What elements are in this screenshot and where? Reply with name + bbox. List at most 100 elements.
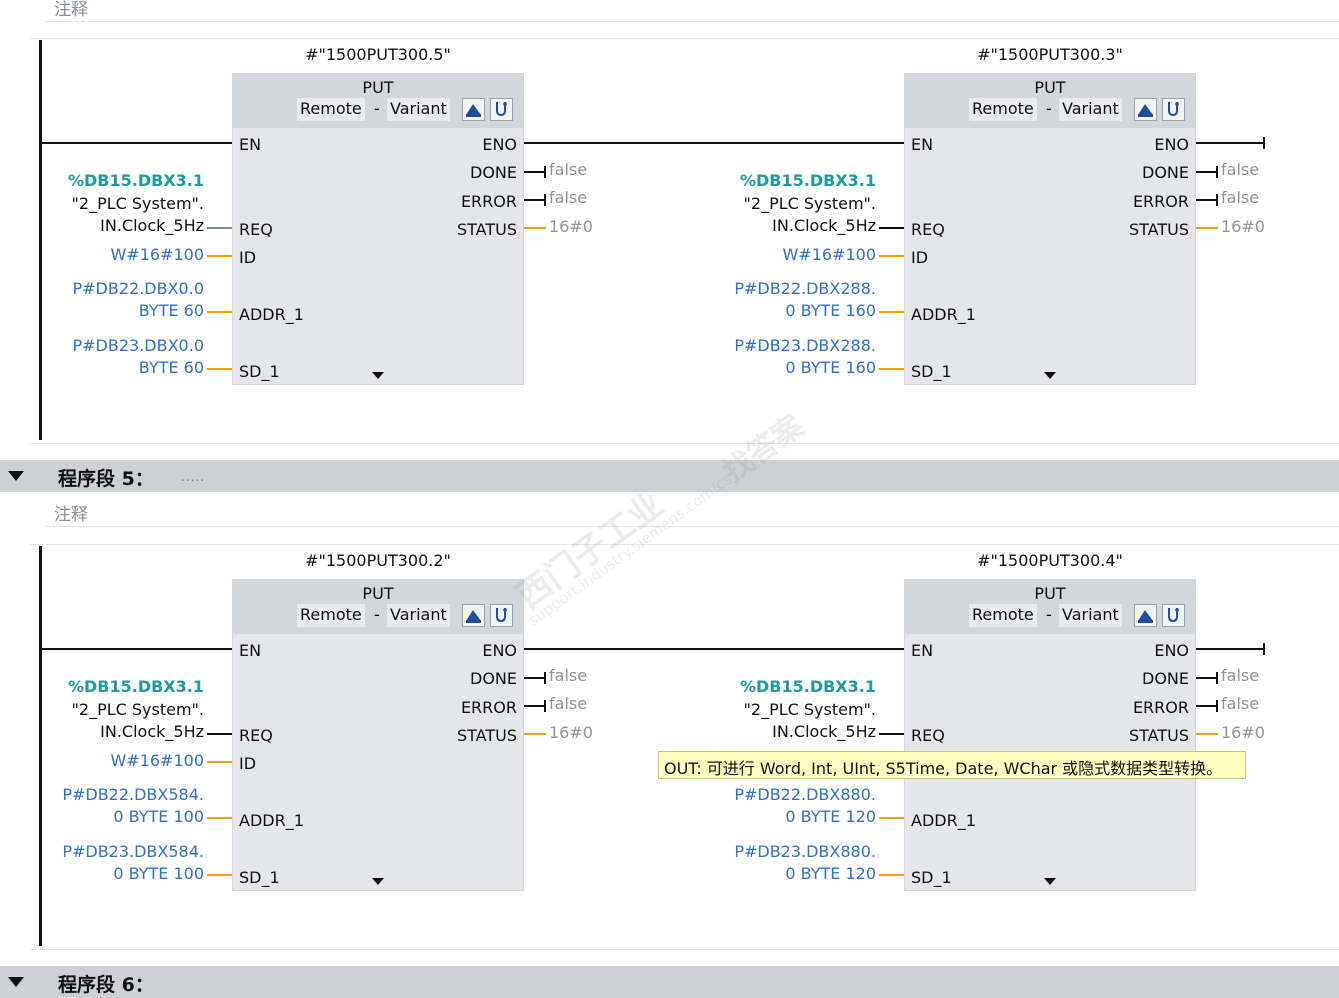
pin-en[interactable]: EN bbox=[239, 135, 261, 154]
collapse-triangle-icon[interactable] bbox=[8, 977, 24, 987]
addr1-operand-line2[interactable]: 0 BYTE 160 bbox=[676, 301, 876, 320]
remote-dropdown[interactable]: Remote bbox=[969, 604, 1037, 627]
pin-eno[interactable]: ENO bbox=[1154, 135, 1189, 154]
network5-header[interactable]: 程序段 5： ..... bbox=[0, 460, 1339, 492]
pin-done[interactable]: DONE bbox=[470, 163, 517, 182]
pin-eno[interactable]: ENO bbox=[482, 641, 517, 660]
addr1-operand-line2[interactable]: 0 BYTE 100 bbox=[4, 807, 204, 826]
pin-error[interactable]: ERROR bbox=[1133, 192, 1189, 211]
pin-error[interactable]: ERROR bbox=[1133, 698, 1189, 717]
addr1-operand-line1[interactable]: P#DB22.DBX288. bbox=[676, 279, 876, 298]
pin-done[interactable]: DONE bbox=[1142, 669, 1189, 688]
network5-title-placeholder[interactable]: ..... bbox=[181, 470, 205, 484]
network4-comment-row[interactable]: 注释 bbox=[45, 0, 1339, 22]
instance-db-name[interactable]: #"1500PUT300.3" bbox=[940, 45, 1160, 64]
req-operand-tag[interactable]: IN.Clock_5Hz bbox=[4, 722, 204, 741]
network5-title[interactable]: 程序段 5： bbox=[58, 464, 154, 491]
collapse-triangle-icon[interactable] bbox=[8, 471, 24, 481]
block-diagnostic-icon[interactable] bbox=[1162, 604, 1185, 627]
put-function-block[interactable]: PUTRemote-VariantENREQIDADDR_1SD_1ENODON… bbox=[232, 579, 524, 891]
pin-id[interactable]: ID bbox=[239, 248, 256, 267]
instance-db-name[interactable]: #"1500PUT300.5" bbox=[268, 45, 488, 64]
pin-addr1[interactable]: ADDR_1 bbox=[239, 811, 304, 830]
network4-comment[interactable]: 注释 bbox=[54, 0, 88, 20]
addr1-operand-line1[interactable]: P#DB22.DBX584. bbox=[4, 785, 204, 804]
pin-en[interactable]: EN bbox=[911, 641, 933, 660]
expand-pins-arrow-icon[interactable] bbox=[372, 878, 384, 885]
addr1-operand-line1[interactable]: P#DB22.DBX880. bbox=[676, 785, 876, 804]
req-operand-address[interactable]: %DB15.DBX3.1 bbox=[4, 677, 204, 696]
req-operand-address[interactable]: %DB15.DBX3.1 bbox=[676, 171, 876, 190]
block-remote-icon[interactable] bbox=[462, 604, 485, 627]
pin-sd1[interactable]: SD_1 bbox=[239, 868, 280, 887]
req-operand-address[interactable]: %DB15.DBX3.1 bbox=[676, 677, 876, 696]
pin-id[interactable]: ID bbox=[911, 248, 928, 267]
id-operand[interactable]: W#16#100 bbox=[676, 245, 876, 264]
put-function-block[interactable]: PUTRemote-VariantENREQIDADDR_1SD_1ENODON… bbox=[904, 73, 1196, 385]
pin-done[interactable]: DONE bbox=[1142, 163, 1189, 182]
block-diagnostic-icon[interactable] bbox=[490, 604, 513, 627]
pin-req[interactable]: REQ bbox=[911, 220, 945, 239]
instance-db-name[interactable]: #"1500PUT300.2" bbox=[268, 551, 488, 570]
pin-req[interactable]: REQ bbox=[911, 726, 945, 745]
req-operand-db[interactable]: "2_PLC System". bbox=[4, 700, 204, 719]
block-diagnostic-icon[interactable] bbox=[1162, 98, 1185, 121]
variant-dropdown[interactable]: Variant bbox=[387, 98, 450, 121]
addr1-operand-line2[interactable]: BYTE 60 bbox=[4, 301, 204, 320]
block-remote-icon[interactable] bbox=[1134, 98, 1157, 121]
req-operand-tag[interactable]: IN.Clock_5Hz bbox=[4, 216, 204, 235]
variant-dropdown[interactable]: Variant bbox=[387, 604, 450, 627]
pin-req[interactable]: REQ bbox=[239, 220, 273, 239]
network5-comment[interactable]: 注释 bbox=[54, 500, 88, 525]
remote-dropdown[interactable]: Remote bbox=[297, 98, 365, 121]
req-operand-db[interactable]: "2_PLC System". bbox=[676, 194, 876, 213]
id-operand[interactable]: W#16#100 bbox=[4, 245, 204, 264]
pin-error[interactable]: ERROR bbox=[461, 192, 517, 211]
remote-dropdown[interactable]: Remote bbox=[297, 604, 365, 627]
req-operand-tag[interactable]: IN.Clock_5Hz bbox=[676, 216, 876, 235]
pin-addr1[interactable]: ADDR_1 bbox=[911, 811, 976, 830]
addr1-operand-line2[interactable]: 0 BYTE 120 bbox=[676, 807, 876, 826]
put-function-block[interactable]: PUTRemote-VariantENREQIDADDR_1SD_1ENODON… bbox=[232, 73, 524, 385]
pin-eno[interactable]: ENO bbox=[1154, 641, 1189, 660]
block-remote-icon[interactable] bbox=[462, 98, 485, 121]
pin-eno[interactable]: ENO bbox=[482, 135, 517, 154]
req-operand-db[interactable]: "2_PLC System". bbox=[676, 700, 876, 719]
sd1-operand-line2[interactable]: 0 BYTE 120 bbox=[676, 864, 876, 883]
put-function-block[interactable]: PUTRemote-VariantENREQIDADDR_1SD_1ENODON… bbox=[904, 579, 1196, 891]
addr1-operand-line1[interactable]: P#DB22.DBX0.0 bbox=[4, 279, 205, 298]
pin-id[interactable]: ID bbox=[239, 754, 256, 773]
expand-pins-arrow-icon[interactable] bbox=[372, 372, 384, 379]
pin-status[interactable]: STATUS bbox=[457, 220, 517, 239]
req-operand-tag[interactable]: IN.Clock_5Hz bbox=[676, 722, 876, 741]
pin-en[interactable]: EN bbox=[239, 641, 261, 660]
sd1-operand-line2[interactable]: BYTE 60 bbox=[4, 358, 204, 377]
variant-dropdown[interactable]: Variant bbox=[1059, 604, 1122, 627]
req-operand-address[interactable]: %DB15.DBX3.1 bbox=[4, 171, 204, 190]
pin-sd1[interactable]: SD_1 bbox=[911, 362, 952, 381]
id-operand[interactable]: W#16#100 bbox=[4, 751, 204, 770]
sd1-operand-line1[interactable]: P#DB23.DBX288. bbox=[676, 336, 876, 355]
block-remote-icon[interactable] bbox=[1134, 604, 1157, 627]
pin-error[interactable]: ERROR bbox=[461, 698, 517, 717]
pin-status[interactable]: STATUS bbox=[457, 726, 517, 745]
remote-dropdown[interactable]: Remote bbox=[969, 98, 1037, 121]
expand-pins-arrow-icon[interactable] bbox=[1044, 372, 1056, 379]
pin-sd1[interactable]: SD_1 bbox=[911, 868, 952, 887]
pin-sd1[interactable]: SD_1 bbox=[239, 362, 280, 381]
network6-header[interactable]: 程序段 6： bbox=[0, 966, 1339, 998]
sd1-operand-line1[interactable]: P#DB23.DBX584. bbox=[4, 842, 204, 861]
req-operand-db[interactable]: "2_PLC System". bbox=[4, 194, 204, 213]
instance-db-name[interactable]: #"1500PUT300.4" bbox=[940, 551, 1160, 570]
sd1-operand-line1[interactable]: P#DB23.DBX0.0 bbox=[4, 336, 205, 355]
sd1-operand-line2[interactable]: 0 BYTE 160 bbox=[676, 358, 876, 377]
pin-addr1[interactable]: ADDR_1 bbox=[239, 305, 304, 324]
pin-en[interactable]: EN bbox=[911, 135, 933, 154]
pin-status[interactable]: STATUS bbox=[1129, 726, 1189, 745]
sd1-operand-line1[interactable]: P#DB23.DBX880. bbox=[676, 842, 876, 861]
variant-dropdown[interactable]: Variant bbox=[1059, 98, 1122, 121]
expand-pins-arrow-icon[interactable] bbox=[1044, 878, 1056, 885]
pin-status[interactable]: STATUS bbox=[1129, 220, 1189, 239]
pin-done[interactable]: DONE bbox=[470, 669, 517, 688]
sd1-operand-line2[interactable]: 0 BYTE 100 bbox=[4, 864, 204, 883]
